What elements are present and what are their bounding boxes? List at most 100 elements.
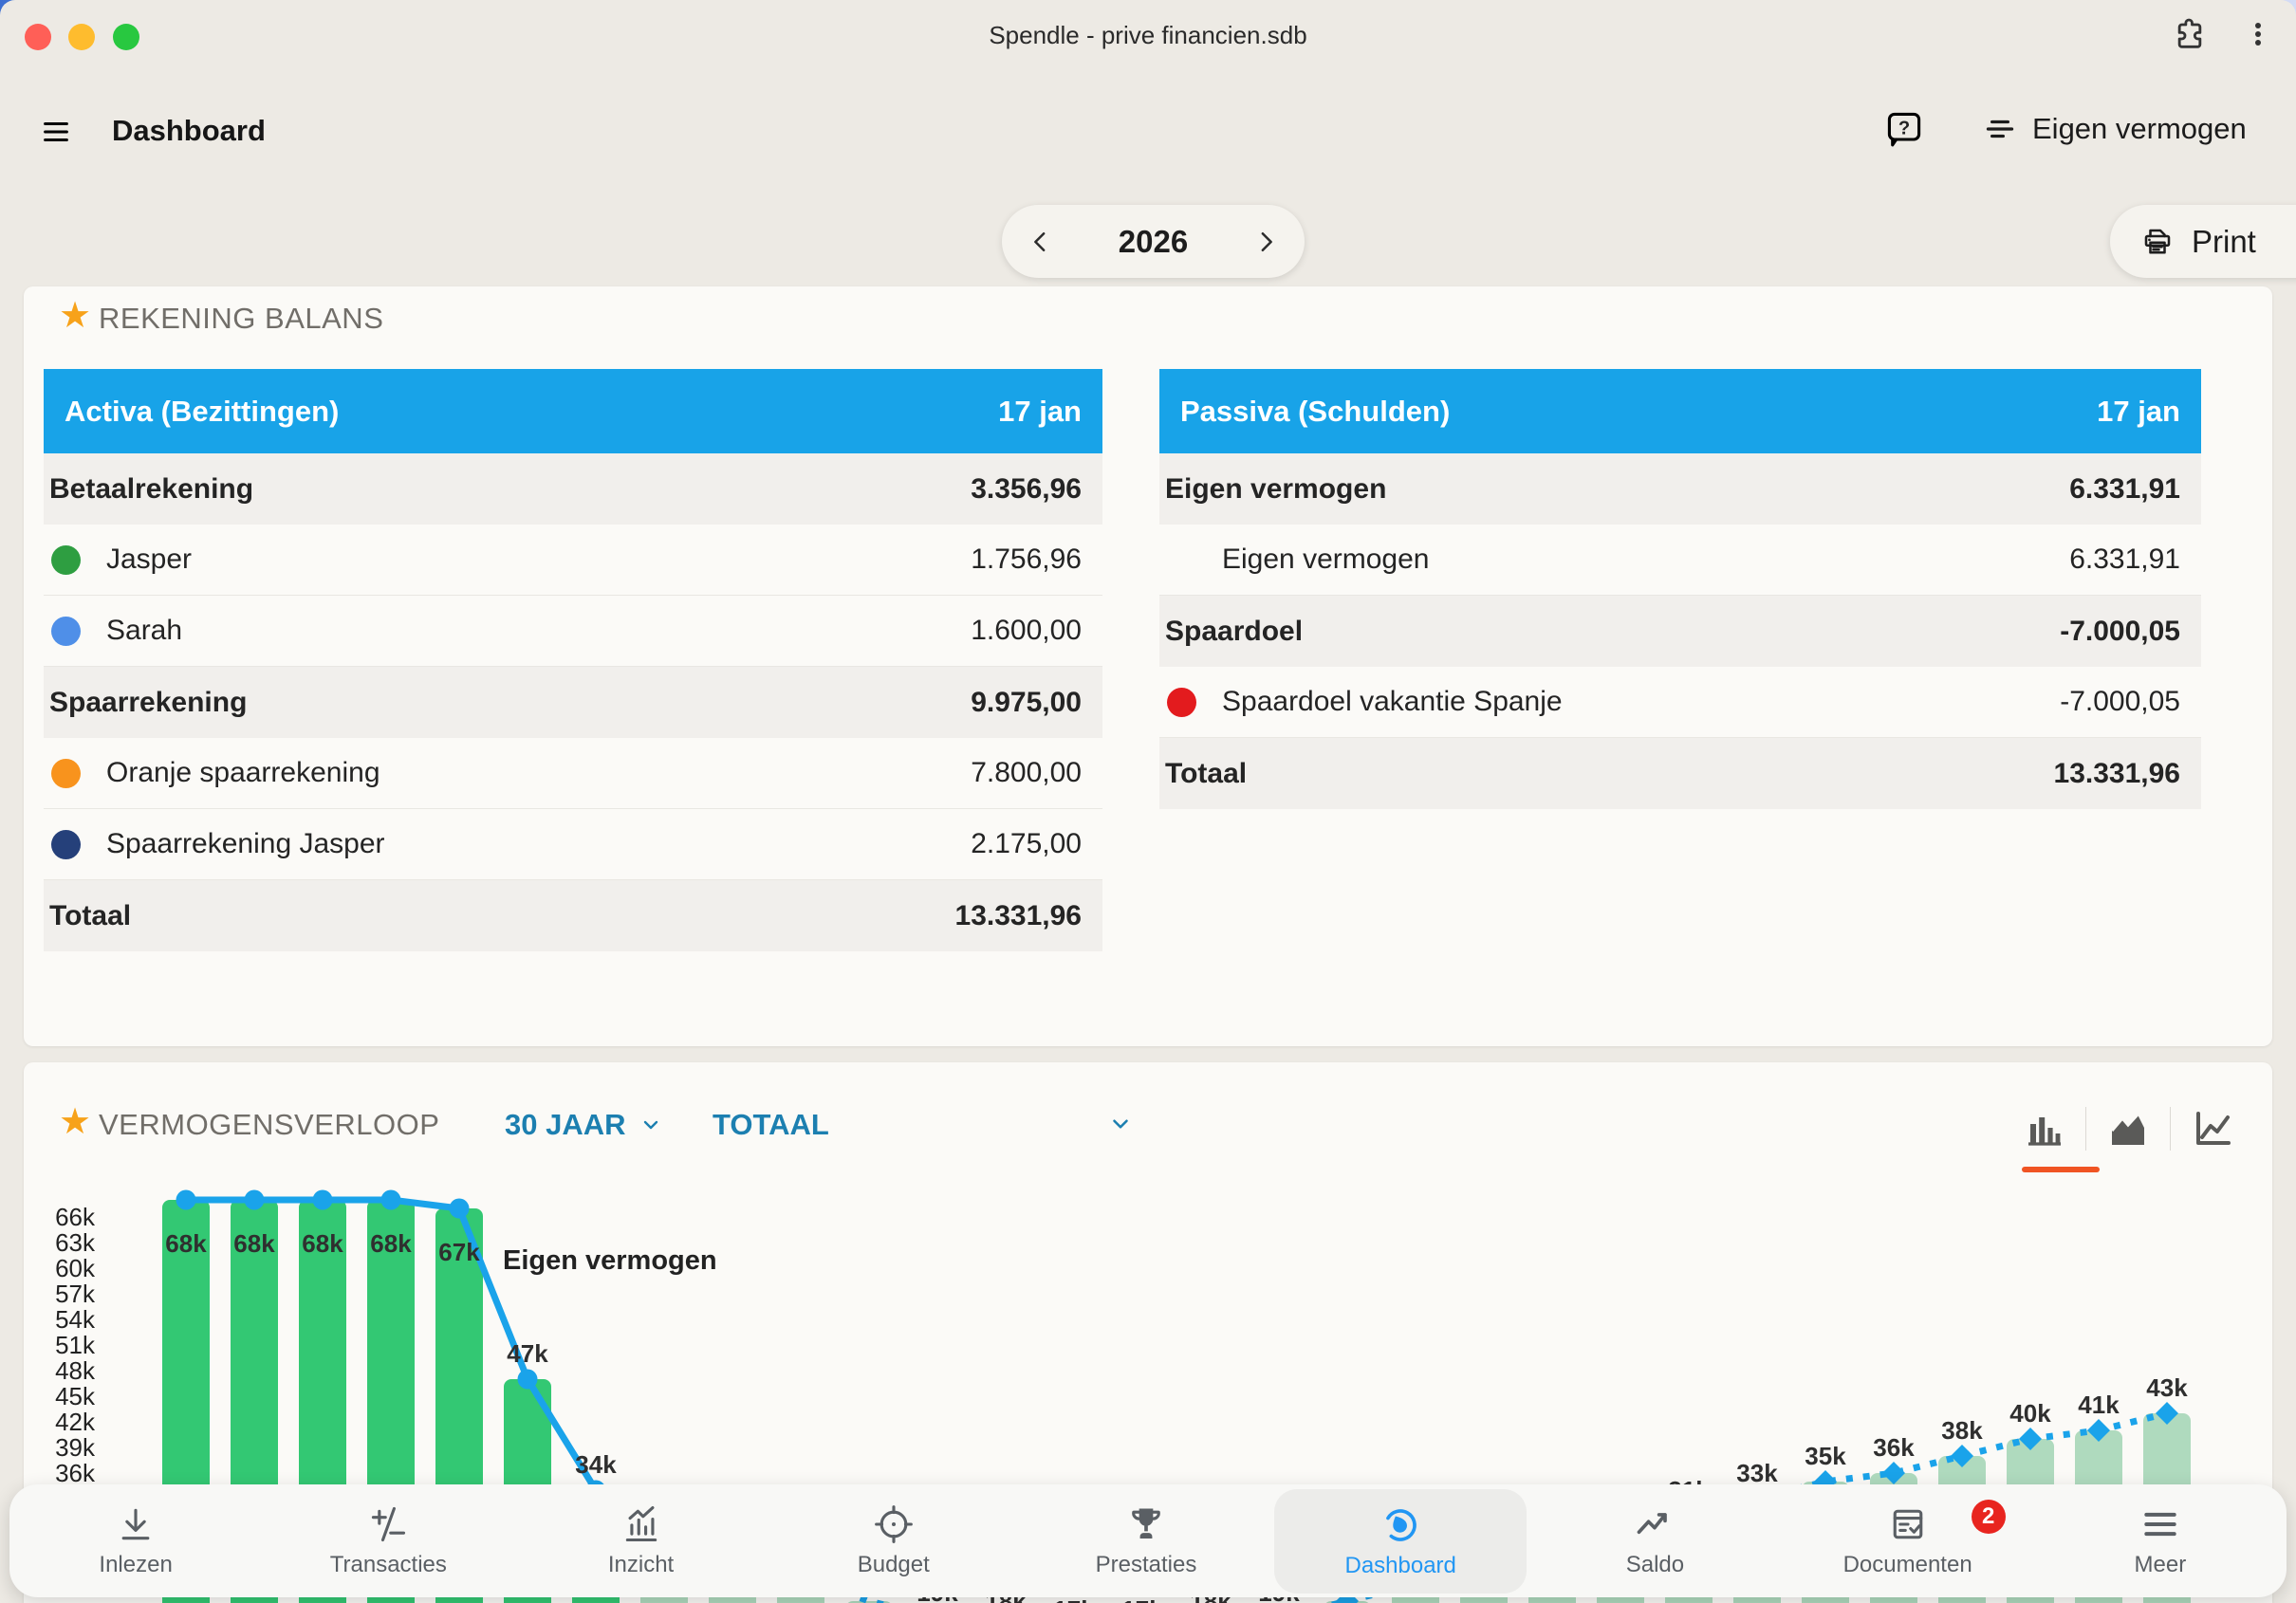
nav-item-budget[interactable]: Budget bbox=[768, 1484, 1020, 1597]
balance-section-title: REKENING BALANS bbox=[99, 302, 383, 336]
trend-icon bbox=[1634, 1503, 1676, 1545]
nav-item-dashboard[interactable]: Dashboard bbox=[1274, 1489, 1527, 1594]
balance-table: Passiva (Schulden) 17 jan Eigen vermogen… bbox=[1159, 369, 2201, 809]
table-row: Totaal 13.331,96 bbox=[44, 880, 1102, 951]
table-row[interactable]: Jasper 1.756,96 bbox=[44, 525, 1102, 596]
page-title: Dashboard bbox=[112, 114, 266, 148]
table-row: Spaardoel -7.000,05 bbox=[1159, 596, 2201, 667]
nav-item-label: Inzicht bbox=[608, 1552, 674, 1578]
nav-item-prestaties[interactable]: Prestaties bbox=[1020, 1484, 1272, 1597]
document-check-icon bbox=[1887, 1503, 1929, 1545]
row-value: 13.331,96 bbox=[955, 900, 1102, 932]
svg-text:66k: 66k bbox=[55, 1203, 96, 1231]
svg-text:36k: 36k bbox=[1873, 1433, 1915, 1462]
row-label: Spaardoel bbox=[1159, 616, 2060, 648]
nav-item-meer[interactable]: Meer bbox=[2034, 1484, 2287, 1597]
chevron-left-icon[interactable] bbox=[1027, 228, 1055, 256]
printer-icon bbox=[2140, 225, 2175, 259]
svg-text:60k: 60k bbox=[55, 1254, 96, 1282]
insight-icon bbox=[620, 1503, 662, 1545]
svg-text:57k: 57k bbox=[55, 1280, 96, 1308]
account-color-dot bbox=[51, 617, 81, 646]
row-label: Totaal bbox=[44, 900, 955, 932]
table-row[interactable]: Spaarrekening Jasper 2.175,00 bbox=[44, 809, 1102, 880]
account-color-dot bbox=[51, 545, 81, 575]
row-label: Spaarrekening bbox=[44, 687, 971, 719]
row-value: -7.000,05 bbox=[2060, 686, 2201, 718]
account-color-dot bbox=[1167, 688, 1196, 717]
print-label: Print bbox=[2192, 224, 2256, 260]
table-row: Betaalrekening 3.356,96 bbox=[44, 453, 1102, 525]
nav-item-inzicht[interactable]: Inzicht bbox=[514, 1484, 767, 1597]
table-row[interactable]: Sarah 1.600,00 bbox=[44, 596, 1102, 667]
table-header-date: 17 jan bbox=[2097, 395, 2180, 429]
row-label: Totaal bbox=[1159, 758, 2054, 790]
table-header-date: 17 jan bbox=[998, 395, 1082, 429]
eigen-vermogen-menu[interactable]: Eigen vermogen bbox=[1981, 110, 2247, 148]
svg-text:68k: 68k bbox=[302, 1229, 343, 1258]
hamburger-icon[interactable] bbox=[38, 116, 74, 148]
table-header-title: Activa (Bezittingen) bbox=[65, 395, 339, 429]
nav-item-label: Budget bbox=[858, 1552, 930, 1578]
row-label: Eigen vermogen bbox=[1159, 473, 2069, 506]
svg-text:54k: 54k bbox=[55, 1305, 96, 1334]
download-icon bbox=[115, 1503, 157, 1545]
menu-icon bbox=[2139, 1503, 2181, 1545]
notification-badge: 2 bbox=[1972, 1500, 2006, 1534]
svg-text:?: ? bbox=[1898, 119, 1910, 139]
svg-text:68k: 68k bbox=[370, 1229, 412, 1258]
table-row[interactable]: Spaardoel vakantie Spanje -7.000,05 bbox=[1159, 667, 2201, 738]
help-icon[interactable]: ? bbox=[1883, 108, 1925, 150]
spendle-logo-icon bbox=[1379, 1504, 1421, 1546]
filter-icon bbox=[1981, 110, 2019, 148]
row-value: 2.175,00 bbox=[971, 828, 1102, 860]
svg-text:39k: 39k bbox=[55, 1433, 96, 1462]
row-value: 1.756,96 bbox=[971, 544, 1102, 576]
svg-text:33k: 33k bbox=[1736, 1459, 1778, 1487]
row-value: 9.975,00 bbox=[971, 687, 1102, 719]
row-value: 6.331,91 bbox=[2069, 544, 2201, 576]
svg-text:48k: 48k bbox=[55, 1356, 96, 1385]
extensions-icon[interactable] bbox=[2171, 15, 2209, 53]
nav-item-label: Meer bbox=[2135, 1552, 2187, 1578]
nav-item-label: Documenten bbox=[1843, 1552, 1972, 1578]
row-value: -7.000,05 bbox=[2060, 616, 2201, 648]
overflow-menu-icon[interactable] bbox=[2241, 17, 2275, 51]
year-value: 2026 bbox=[1119, 224, 1188, 260]
nav-item-transacties[interactable]: Transacties bbox=[262, 1484, 514, 1597]
nav-item-label: Prestaties bbox=[1096, 1552, 1197, 1578]
svg-text:63k: 63k bbox=[55, 1228, 96, 1257]
row-label: Jasper bbox=[44, 544, 971, 576]
table-header-title: Passiva (Schulden) bbox=[1180, 395, 1450, 429]
app-window: Spendle - prive financien.sdb Dashboard … bbox=[0, 0, 2296, 1603]
row-label: Betaalrekening bbox=[44, 473, 971, 506]
svg-text:67k: 67k bbox=[438, 1238, 480, 1266]
svg-text:68k: 68k bbox=[165, 1229, 207, 1258]
nav-item-documenten[interactable]: Documenten2 bbox=[1782, 1484, 2034, 1597]
table-row: Totaal 13.331,96 bbox=[1159, 738, 2201, 809]
print-button[interactable]: Print bbox=[2110, 205, 2296, 278]
eigen-vermogen-menu-label: Eigen vermogen bbox=[2032, 112, 2247, 146]
table-row[interactable]: Eigen vermogen 6.331,91 bbox=[1159, 525, 2201, 596]
row-label: Sarah bbox=[44, 615, 971, 647]
table-row[interactable]: Oranje spaarrekening 7.800,00 bbox=[44, 738, 1102, 809]
window-title: Spendle - prive financien.sdb bbox=[0, 21, 2296, 50]
chevron-right-icon[interactable] bbox=[1251, 228, 1280, 256]
row-label: Spaarrekening Jasper bbox=[44, 828, 971, 860]
table-header: Activa (Bezittingen) 17 jan bbox=[44, 369, 1102, 453]
nav-item-saldo[interactable]: Saldo bbox=[1528, 1484, 1781, 1597]
svg-text:34k: 34k bbox=[575, 1450, 617, 1479]
table-row: Spaarrekening 9.975,00 bbox=[44, 667, 1102, 738]
svg-text:41k: 41k bbox=[2078, 1391, 2120, 1419]
target-icon bbox=[873, 1503, 915, 1545]
star-icon: ★ bbox=[59, 298, 91, 334]
balance-table: Activa (Bezittingen) 17 jan Betaalrekeni… bbox=[44, 369, 1102, 951]
row-label: Oranje spaarrekening bbox=[44, 757, 971, 789]
row-value: 13.331,96 bbox=[2054, 758, 2201, 790]
nav-item-inlezen[interactable]: Inlezen bbox=[9, 1484, 262, 1597]
table-header: Passiva (Schulden) 17 jan bbox=[1159, 369, 2201, 453]
svg-text:35k: 35k bbox=[1805, 1442, 1846, 1470]
bottom-navigation: Inlezen Transacties Inzicht Budget Prest… bbox=[9, 1484, 2287, 1597]
svg-text:43k: 43k bbox=[2146, 1373, 2188, 1402]
account-color-dot bbox=[51, 759, 81, 788]
